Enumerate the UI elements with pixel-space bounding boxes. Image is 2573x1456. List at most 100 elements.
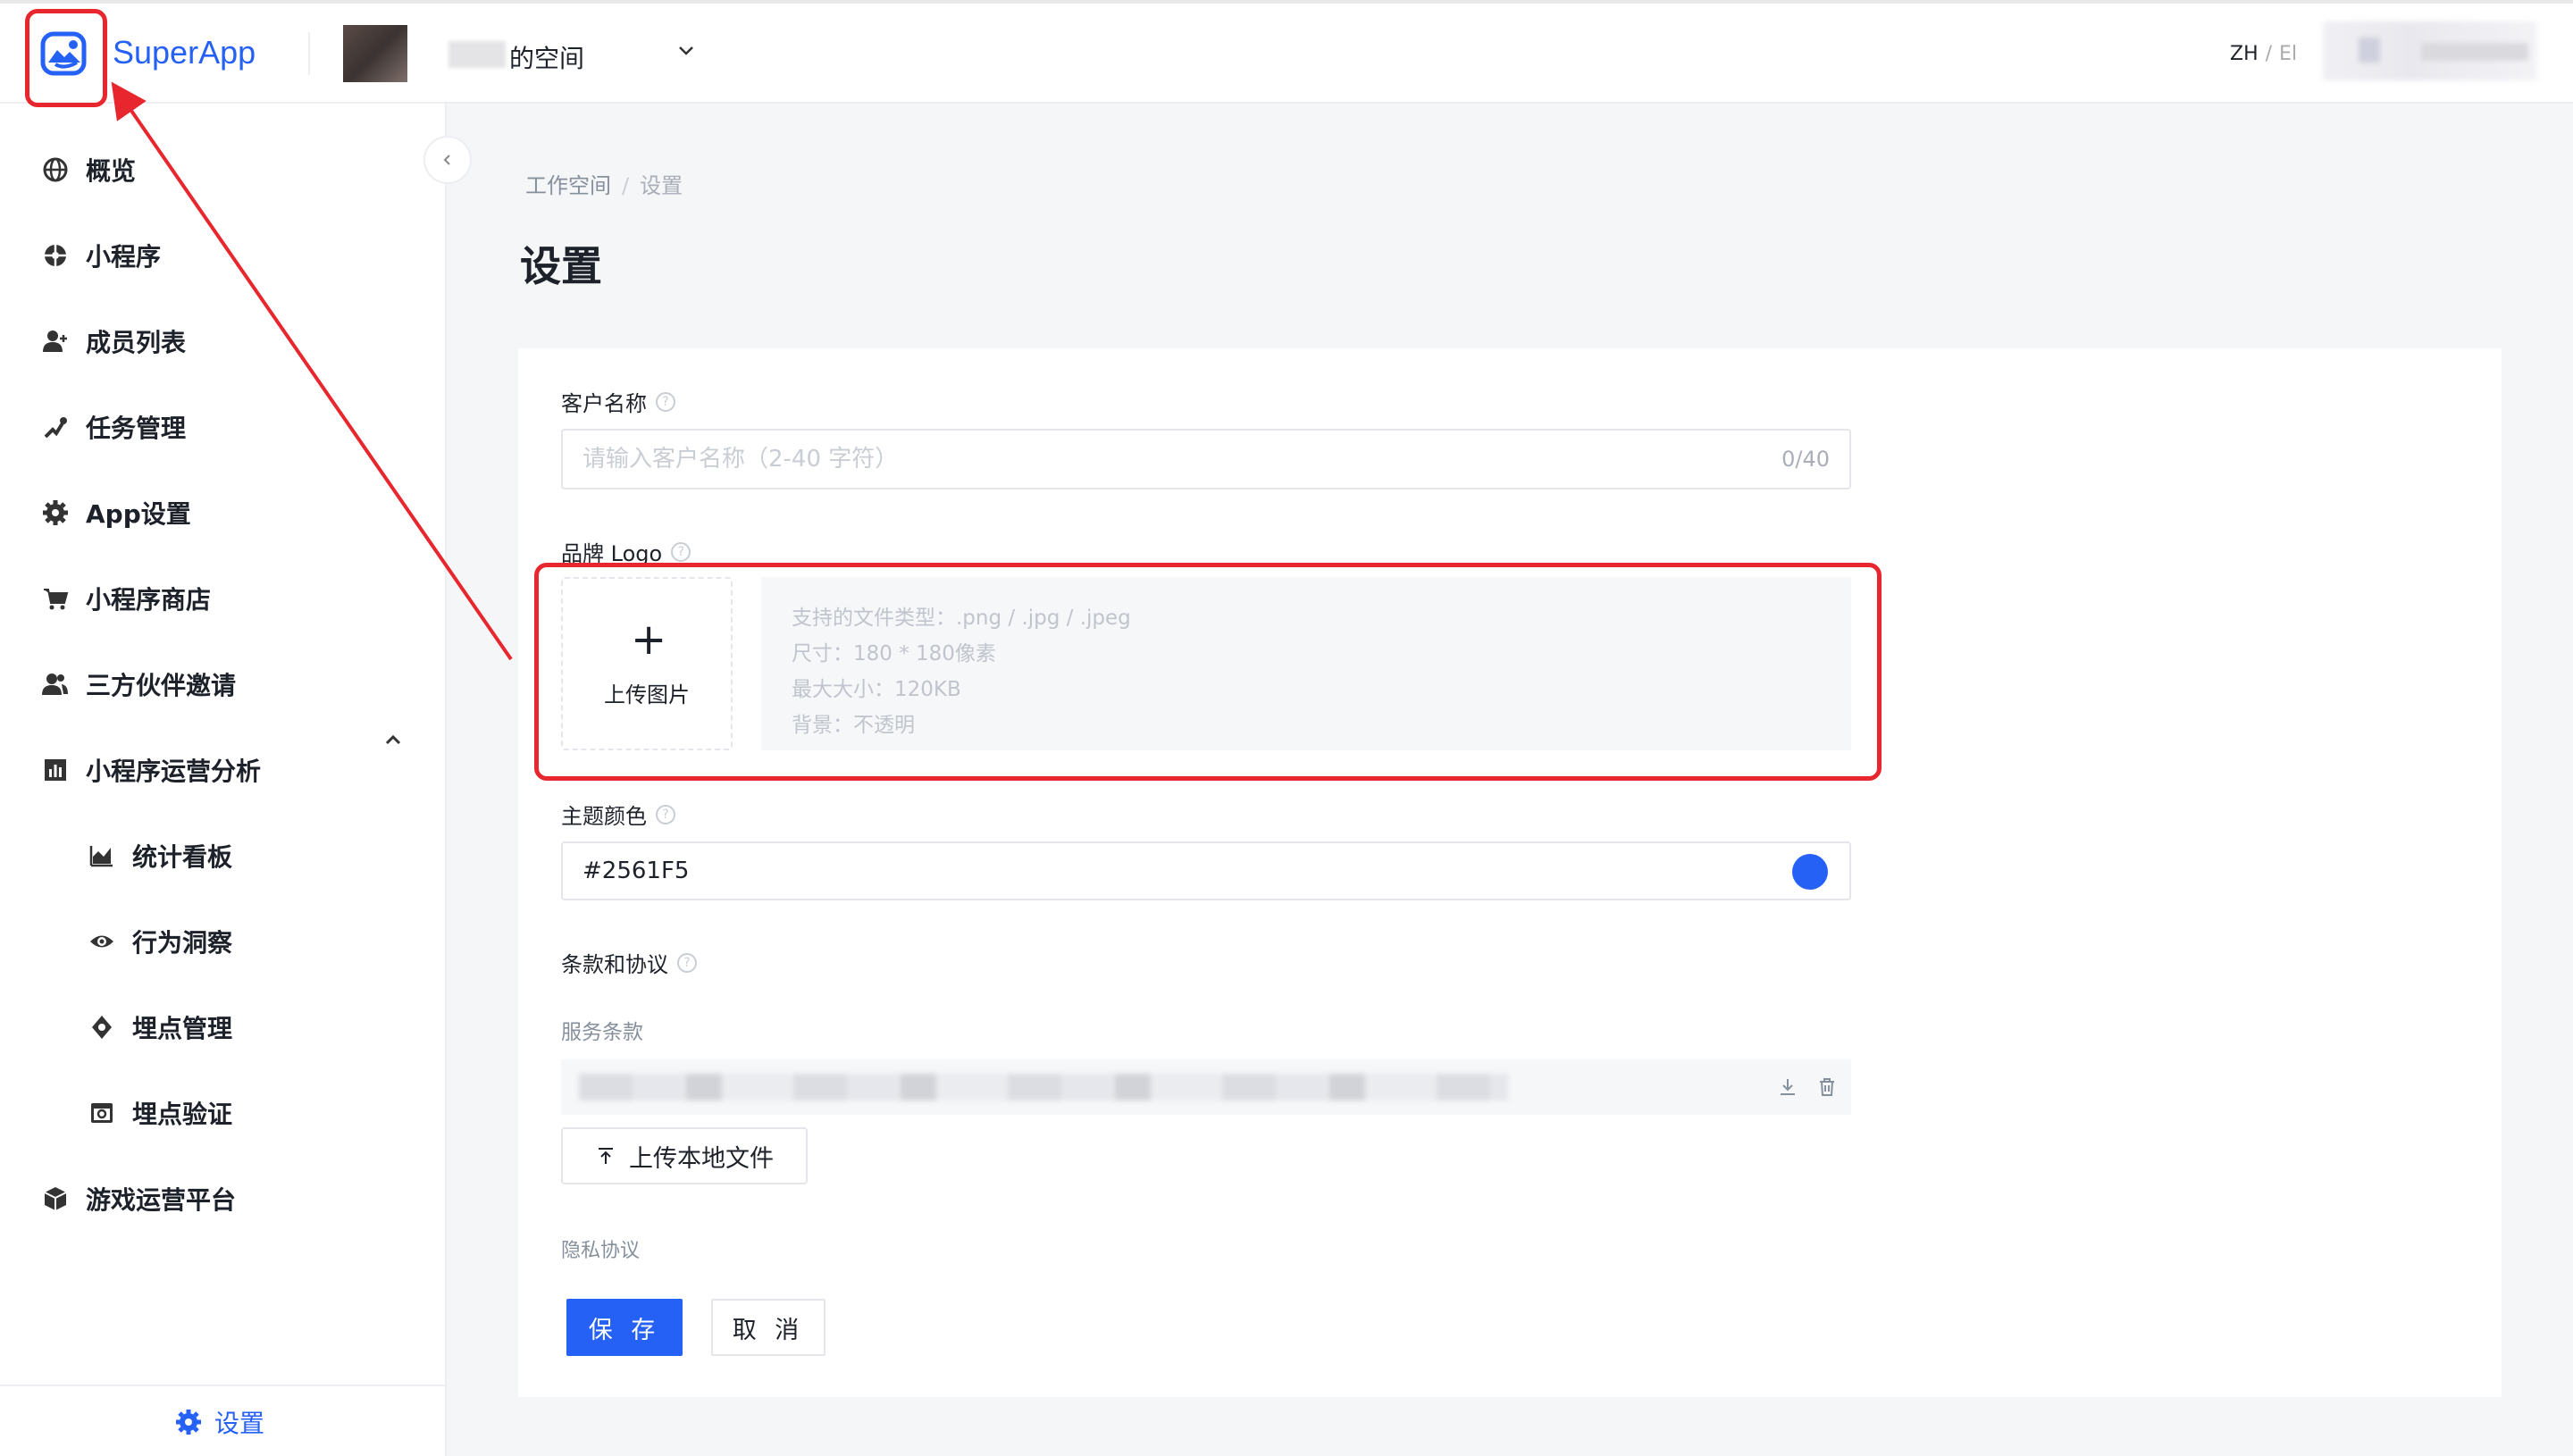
theme-color-field[interactable] bbox=[561, 841, 1851, 900]
upload-local-file-button[interactable]: 上传本地文件 bbox=[561, 1127, 808, 1184]
sidebar-item-analytics[interactable]: 小程序运营分析 bbox=[39, 745, 261, 795]
customer-name-label-text: 客户名称 bbox=[561, 391, 647, 416]
gear-icon bbox=[39, 497, 71, 529]
verify-icon bbox=[86, 1097, 118, 1129]
sidebar-item-label: App设置 bbox=[86, 499, 191, 529]
sidebar-settings-label: 设置 bbox=[214, 1409, 265, 1438]
superapp-logo-icon bbox=[40, 31, 87, 76]
theme-color-label-text: 主题颜色 bbox=[561, 804, 647, 829]
help-icon[interactable]: ? bbox=[671, 541, 691, 562]
sidebar-item-store[interactable]: 小程序商店 bbox=[39, 573, 211, 623]
app-logo[interactable] bbox=[38, 27, 91, 80]
hint-file-types: 支持的文件类型：.png / .jpg / .jpeg bbox=[792, 607, 1131, 630]
sidebar-item-overview[interactable]: 概览 bbox=[39, 145, 136, 195]
help-icon[interactable]: ? bbox=[677, 952, 697, 973]
hint-dimensions: 尺寸：180 * 180像素 bbox=[792, 642, 996, 665]
cube-icon bbox=[39, 1183, 71, 1215]
sidebar-item-app-settings[interactable]: App设置 bbox=[39, 488, 191, 538]
plus-icon: + bbox=[631, 615, 667, 665]
hint-max-size: 最大大小：120KB bbox=[792, 678, 961, 701]
workspace-name[interactable]: 的空间 bbox=[509, 39, 584, 75]
task-icon bbox=[39, 411, 71, 443]
terms-label-text: 条款和协议 bbox=[561, 952, 668, 977]
sidebar-item-members[interactable]: 成员列表 bbox=[39, 316, 186, 366]
breadcrumb-root[interactable]: 工作空间 bbox=[525, 173, 611, 198]
file-name-redacted bbox=[579, 1074, 1508, 1100]
sidebar-item-label: 概览 bbox=[86, 156, 137, 186]
customer-name-input[interactable] bbox=[563, 431, 1849, 488]
sidebar-item-label: 埋点验证 bbox=[132, 1100, 233, 1129]
eye-icon bbox=[86, 925, 118, 958]
theme-color-input[interactable] bbox=[563, 843, 1849, 899]
sidebar-item-label: 统计看板 bbox=[132, 842, 233, 872]
sidebar-item-label: 三方伙伴邀请 bbox=[86, 671, 237, 700]
delete-icon[interactable] bbox=[1814, 1074, 1840, 1100]
help-icon[interactable]: ? bbox=[656, 804, 675, 824]
sidebar-item-label: 小程序 bbox=[86, 242, 162, 272]
lang-en[interactable]: El bbox=[2279, 43, 2297, 65]
location-icon bbox=[86, 1011, 118, 1043]
sidebar-item-label: 任务管理 bbox=[86, 414, 187, 443]
breadcrumb-current: 设置 bbox=[640, 173, 683, 198]
sidebar-item-label: 成员列表 bbox=[86, 328, 187, 357]
add-user-icon bbox=[39, 325, 71, 357]
sidebar-item-label: 埋点管理 bbox=[132, 1014, 233, 1043]
save-button[interactable]: 保 存 bbox=[566, 1299, 683, 1356]
sidebar-item-label: 游戏运营平台 bbox=[86, 1185, 237, 1215]
logo-upload-button[interactable]: + 上传图片 bbox=[561, 577, 733, 750]
page-title: 设置 bbox=[520, 242, 602, 290]
terms-label: 条款和协议 ? bbox=[561, 947, 697, 978]
service-terms-file bbox=[561, 1059, 1851, 1115]
brand-logo-label-text: 品牌 Logo bbox=[561, 541, 663, 566]
privacy-label: 隐私协议 bbox=[561, 1240, 641, 1262]
theme-color-label: 主题颜色 ? bbox=[561, 799, 675, 830]
upload-image-label: 上传图片 bbox=[604, 682, 690, 707]
upload-icon bbox=[599, 1148, 613, 1164]
partners-icon bbox=[39, 668, 71, 700]
char-counter: 0/40 bbox=[1781, 447, 1830, 472]
sidebar-item-tracking[interactable]: 埋点管理 bbox=[86, 1002, 232, 1052]
area-chart-icon bbox=[86, 840, 118, 872]
sidebar-item-dashboard[interactable]: 统计看板 bbox=[86, 831, 232, 881]
sidebar-item-tasks[interactable]: 任务管理 bbox=[39, 402, 186, 452]
sidebar: 概览 小程序 成员列表 任务管理 App设置 小程序商店 三方伙伴邀请 小程序运… bbox=[0, 104, 447, 1456]
help-icon[interactable]: ? bbox=[656, 391, 675, 412]
language-switch[interactable]: ZH / El bbox=[2230, 43, 2297, 65]
sidebar-item-label: 小程序商店 bbox=[86, 585, 212, 615]
chevron-down-icon[interactable] bbox=[675, 39, 697, 67]
sidebar-collapse-button[interactable] bbox=[423, 136, 472, 184]
color-swatch[interactable] bbox=[1792, 854, 1828, 890]
sidebar-item-miniapp[interactable]: 小程序 bbox=[39, 230, 161, 280]
hint-background: 背景：不透明 bbox=[792, 714, 915, 737]
user-menu-redacted[interactable] bbox=[2323, 21, 2537, 80]
service-terms-label: 服务条款 bbox=[561, 1021, 643, 1044]
workspace-name-redacted bbox=[448, 41, 506, 68]
brand-logo-label: 品牌 Logo ? bbox=[561, 536, 691, 567]
sidebar-item-verify[interactable]: 埋点验证 bbox=[86, 1088, 232, 1138]
miniapp-icon bbox=[39, 239, 71, 272]
workspace-avatar[interactable] bbox=[343, 25, 407, 82]
bar-chart-icon bbox=[39, 754, 71, 786]
logo-requirements: 支持的文件类型：.png / .jpg / .jpeg 尺寸：180 * 180… bbox=[761, 577, 1851, 750]
lang-zh[interactable]: ZH bbox=[2230, 43, 2259, 65]
header-divider bbox=[308, 32, 310, 75]
globe-icon bbox=[39, 154, 71, 186]
breadcrumb: 工作空间 / 设置 bbox=[525, 168, 683, 199]
sidebar-item-label: 小程序运营分析 bbox=[86, 757, 262, 786]
cart-icon bbox=[39, 582, 71, 615]
sidebar-item-insights[interactable]: 行为洞察 bbox=[86, 916, 232, 966]
customer-name-field[interactable]: 0/40 bbox=[561, 429, 1851, 490]
sidebar-item-partners[interactable]: 三方伙伴邀请 bbox=[39, 659, 236, 709]
sidebar-settings-link[interactable]: 设置 bbox=[175, 1404, 264, 1440]
lang-separator: / bbox=[2265, 43, 2273, 65]
brand-name: SuperApp bbox=[113, 34, 256, 71]
gear-icon bbox=[176, 1410, 201, 1435]
chevron-left-icon bbox=[443, 155, 450, 165]
customer-name-label: 客户名称 ? bbox=[561, 386, 675, 417]
sidebar-item-games[interactable]: 游戏运营平台 bbox=[39, 1174, 236, 1224]
download-icon[interactable] bbox=[1774, 1074, 1801, 1100]
cancel-button[interactable]: 取 消 bbox=[711, 1299, 826, 1356]
top-header: SuperApp 的空间 ZH / El bbox=[0, 0, 2573, 104]
sidebar-item-label: 行为洞察 bbox=[132, 928, 233, 958]
chevron-up-icon[interactable] bbox=[379, 725, 407, 754]
